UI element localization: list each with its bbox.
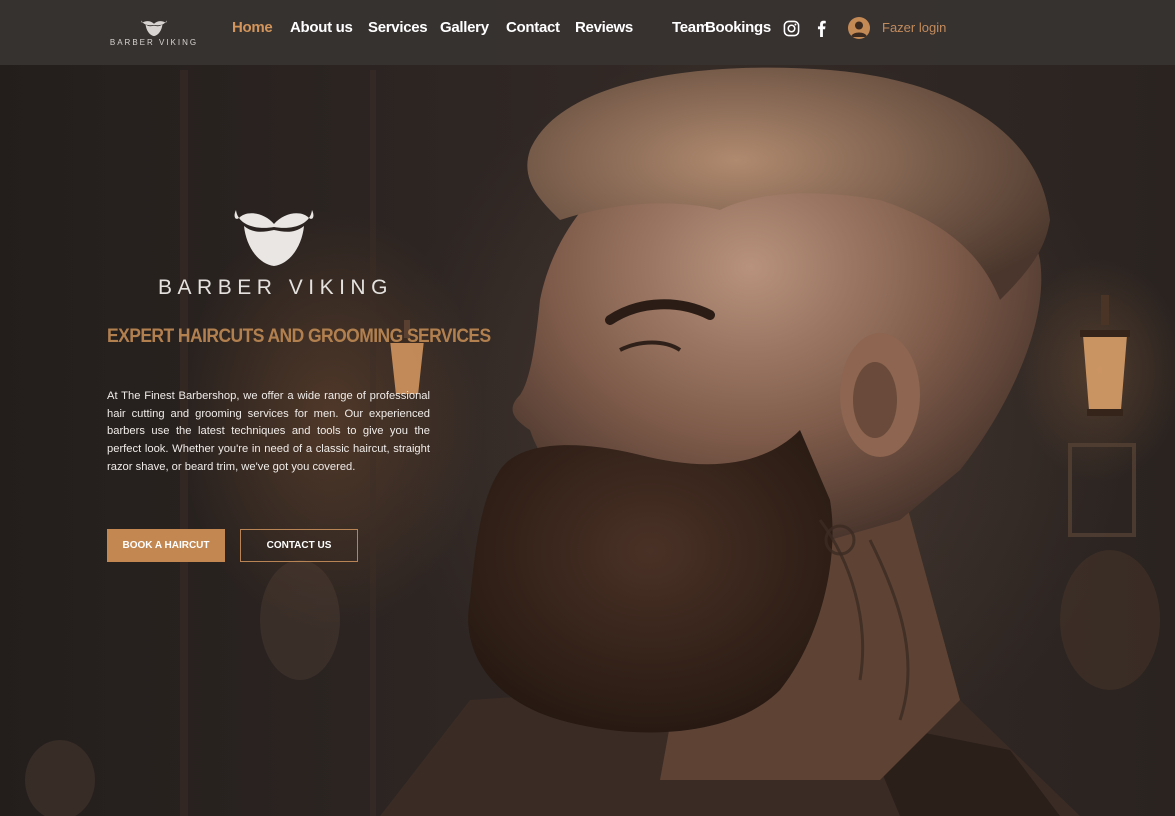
login-label: Fazer login — [882, 20, 947, 35]
user-avatar-icon — [848, 17, 870, 39]
nav-about-us[interactable]: About us — [290, 19, 353, 36]
facebook-icon[interactable] — [815, 20, 828, 37]
nav-team[interactable]: Team — [672, 19, 709, 36]
book-haircut-button[interactable]: BOOK A HAIRCUT — [107, 529, 225, 562]
nav-home[interactable]: Home — [232, 19, 273, 36]
nav-contact[interactable]: Contact — [506, 19, 560, 36]
nav-gallery[interactable]: Gallery — [440, 19, 489, 36]
nav-services[interactable]: Services — [368, 19, 428, 36]
hero-intro-text: At The Finest Barbershop, we offer a wid… — [107, 390, 430, 473]
header-logo[interactable]: BARBER VIKING — [104, 15, 204, 49]
brand-name: BARBER VIKING — [158, 276, 393, 299]
beard-logo-icon — [141, 20, 167, 37]
beard-logo-large-icon — [234, 210, 314, 266]
instagram-icon[interactable] — [783, 20, 800, 37]
nav-reviews[interactable]: Reviews — [575, 19, 633, 36]
nav-bookings[interactable]: Bookings — [705, 19, 771, 36]
hero-tagline: EXPERT HAIRCUTS AND GROOMING SERVICES — [107, 326, 491, 347]
site-header: BARBER VIKING Home About us Services Gal… — [0, 0, 1175, 65]
lantern-right-image — [1080, 295, 1130, 416]
contact-us-button[interactable]: CONTACT US — [240, 529, 358, 562]
header-logo-text: BARBER VIKING — [109, 38, 199, 47]
